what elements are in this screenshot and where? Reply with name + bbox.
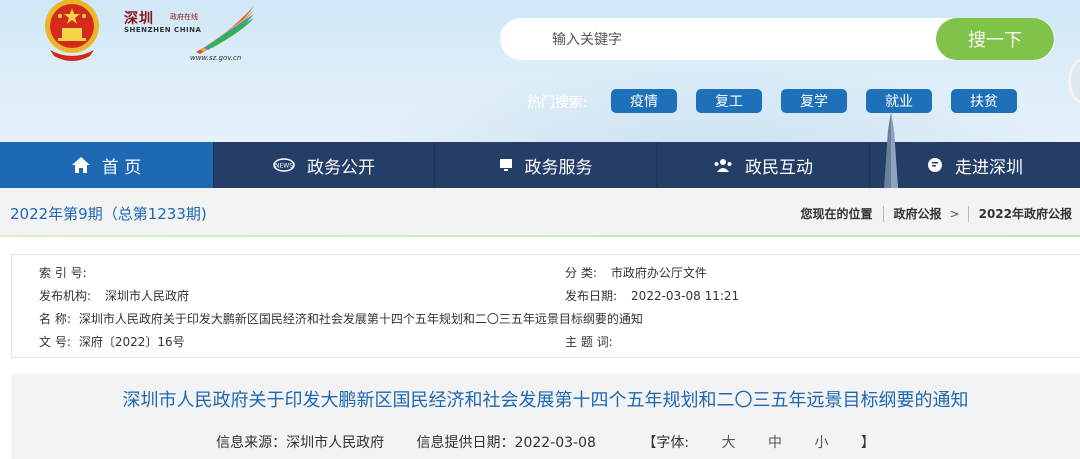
meta-index: 索 引 号: bbox=[39, 264, 101, 281]
article-title: 深圳市人民政府关于印发大鹏新区国民经济和社会发展第十四个五年规划和二〇三五年远景… bbox=[122, 390, 969, 411]
logo-swoosh-icon bbox=[196, 6, 254, 54]
hot-tag-fuxue[interactable]: 复学 bbox=[781, 89, 847, 113]
meta-docno-value: 深府〔2022〕16号 bbox=[78, 335, 185, 349]
news-icon: NEWS bbox=[273, 158, 295, 172]
meta-date-value: 2022-03-08 11:21 bbox=[631, 289, 740, 303]
nav-item-label: 政务服务 bbox=[524, 157, 593, 178]
nav-item-interaction[interactable]: 政民互动 bbox=[657, 142, 870, 188]
article-info: 信息来源：深圳市人民政府 信息提供日期：2022-03-08 【字体: 大 中 … bbox=[11, 432, 1080, 452]
meta-subject-label: 主 题 词: bbox=[565, 335, 613, 349]
meta-subject: 主 题 词: bbox=[565, 333, 627, 350]
nav-item-label: 政民互动 bbox=[745, 157, 813, 178]
article-source: 信息来源：深圳市人民政府 bbox=[216, 435, 385, 451]
tower-decoration-icon bbox=[884, 112, 898, 188]
nav-item-label: 走进深圳 bbox=[955, 157, 1023, 178]
meta-issuer: 发布机构: 深圳市人民政府 bbox=[39, 287, 189, 304]
nav-item-government-affairs[interactable]: NEWS 政务公开 bbox=[214, 142, 435, 188]
nav-item-label: 政务公开 bbox=[307, 157, 375, 178]
meta-index-label: 索 引 号: bbox=[39, 266, 87, 280]
meta-issuer-value: 深圳市人民政府 bbox=[105, 289, 190, 303]
article-header: 深圳市人民政府关于印发大鹏新区国民经济和社会发展第十四个五年规划和二〇三五年远景… bbox=[11, 374, 1080, 459]
meta-name-value: 深圳市人民政府关于印发大鹏新区国民经济和社会发展第十四个五年规划和二〇三五年远景… bbox=[78, 312, 643, 326]
font-size-medium-button[interactable]: 中 bbox=[768, 435, 782, 451]
site-header: 深圳 政府在线 SHENZHEN CHINA www.sz.gov.cn 搜一下… bbox=[0, 0, 1080, 142]
breadcrumb-divider bbox=[882, 205, 884, 222]
font-size-small-button[interactable]: 小 bbox=[814, 435, 828, 451]
breadcrumb: 您现在的位置 政府公报 > 2022年政府公报 bbox=[800, 205, 1072, 222]
svg-text:NEWS: NEWS bbox=[275, 163, 293, 170]
breadcrumb-location-label: 您现在的位置 bbox=[800, 207, 873, 221]
hot-search-label: 热门搜索: bbox=[527, 95, 588, 111]
meta-issuer-label: 发布机构: bbox=[39, 289, 92, 303]
breadcrumb-link-gazette[interactable]: 政府公报 bbox=[894, 205, 942, 222]
article-provided-date: 信息提供日期：2022-03-08 bbox=[416, 435, 596, 451]
divider-line bbox=[0, 235, 1080, 237]
nav-item-services[interactable]: 政务服务 bbox=[435, 142, 657, 188]
logo-name-cn2: 政府在线 bbox=[170, 13, 198, 21]
font-size-close: 】 bbox=[860, 435, 875, 451]
meta-category: 分 类: 市政府办公厅文件 bbox=[565, 264, 707, 281]
meta-date-label: 发布日期: bbox=[565, 289, 618, 303]
meta-category-value: 市政府办公厅文件 bbox=[610, 266, 707, 280]
meta-name: 名 称: 深圳市人民政府关于印发大鹏新区国民经济和社会发展第十四个五年规划和二〇三… bbox=[39, 310, 643, 327]
font-size-label: 【字体: bbox=[642, 435, 690, 451]
meta-category-label: 分 类: bbox=[565, 266, 597, 280]
shenzhen-logo[interactable]: 深圳 政府在线 SHENZHEN CHINA www.sz.gov.cn bbox=[118, 4, 258, 64]
meta-date: 发布日期: 2022-03-08 11:21 bbox=[565, 287, 739, 304]
nav-item-label: 首 页 bbox=[101, 157, 142, 178]
home-icon bbox=[71, 157, 90, 173]
meta-docno: 文 号: 深府〔2022〕16号 bbox=[39, 333, 185, 350]
breadcrumb-bar: 2022年第9期（总第1233期) 您现在的位置 政府公报 > 2022年政府公… bbox=[0, 188, 1080, 236]
font-size-control: 【字体: 大 中 小 】 bbox=[628, 435, 889, 451]
search-button[interactable]: 搜一下 bbox=[936, 18, 1054, 60]
search-input[interactable] bbox=[552, 29, 912, 51]
hot-tag-jiuye[interactable]: 就业 bbox=[866, 89, 932, 113]
breadcrumb-divider bbox=[967, 205, 969, 222]
logo-name-en: SHENZHEN CHINA bbox=[124, 26, 202, 34]
hot-tag-fupin[interactable]: 扶贫 bbox=[951, 89, 1017, 113]
meta-name-label: 名 称: bbox=[39, 312, 71, 326]
nav-item-home[interactable]: 首 页 bbox=[0, 142, 214, 188]
people-icon bbox=[713, 158, 733, 172]
monitor-icon bbox=[499, 158, 513, 172]
meta-docno-label: 文 号: bbox=[39, 335, 71, 349]
hot-tag-fugong[interactable]: 复工 bbox=[696, 89, 762, 113]
breadcrumb-link-2022-gazette[interactable]: 2022年政府公报 bbox=[979, 205, 1072, 222]
national-emblem-icon bbox=[45, 0, 99, 61]
issue-number: 2022年第9期（总第1233期) bbox=[10, 205, 207, 223]
hot-tag-yiqing[interactable]: 疫情 bbox=[611, 89, 677, 113]
breadcrumb-separator: > bbox=[949, 206, 960, 221]
logo-name-cn: 深圳 bbox=[124, 11, 154, 27]
chat-icon bbox=[927, 157, 943, 173]
document-meta: 索 引 号: 分 类: 市政府办公厅文件 发布机构: 深圳市人民政府 发布日期: 20… bbox=[11, 254, 1080, 358]
main-nav: 首 页 NEWS 政务公开 政务服务 政民互动 走进深圳 bbox=[0, 142, 1080, 188]
font-size-large-button[interactable]: 大 bbox=[722, 435, 736, 451]
